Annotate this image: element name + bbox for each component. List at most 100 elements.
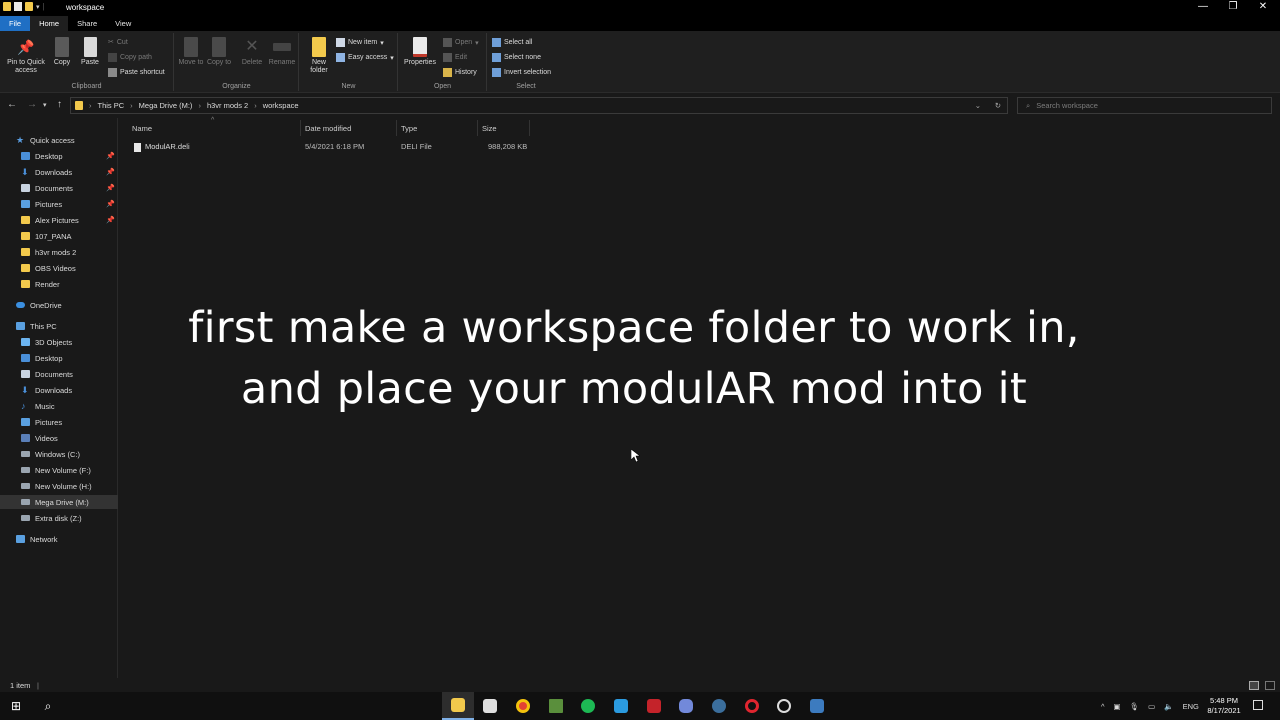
taskbar-store[interactable] xyxy=(474,692,506,720)
start-button[interactable]: ⊞ xyxy=(0,692,32,720)
properties-button[interactable]: Properties xyxy=(401,37,439,67)
breadcrumb-workspace[interactable]: workspace xyxy=(263,101,299,110)
nav-quick-h3vr-mods-2[interactable]: h3vr mods 2 xyxy=(0,245,118,259)
copy-button[interactable]: Copy xyxy=(50,37,74,67)
taskbar-obs[interactable] xyxy=(768,692,800,720)
clock[interactable]: 5:48 PM 8/17/2021 xyxy=(1196,696,1252,716)
nav-pc-mega-drive-m[interactable]: Mega Drive (M:) xyxy=(0,495,118,509)
easy-access-button[interactable]: Easy access ▾ xyxy=(336,53,394,62)
taskbar-chrome[interactable] xyxy=(507,692,539,720)
nav-pc-extra-disk-z[interactable]: Extra disk (Z:) xyxy=(0,511,118,525)
column-divider[interactable] xyxy=(396,120,397,136)
column-header-size[interactable]: Size xyxy=(482,124,497,133)
select-none-button[interactable]: Select none xyxy=(492,53,541,62)
nav-quick-access[interactable]: ★ Quick access xyxy=(0,133,118,147)
breadcrumb-mega-drive[interactable]: Mega Drive (M:) xyxy=(139,101,193,110)
minimize-button[interactable]: — xyxy=(1188,0,1218,16)
customize-toolbar-icon[interactable]: ▾ xyxy=(36,3,40,11)
column-divider[interactable] xyxy=(300,120,301,136)
pin-icon[interactable]: 📌 xyxy=(106,216,115,224)
search-button[interactable]: ⌕ xyxy=(32,692,64,720)
search-input[interactable]: ⌕ Search workspace xyxy=(1017,97,1272,114)
delete-button[interactable]: ✕ Delete xyxy=(239,37,265,67)
pin-icon[interactable]: 📌 xyxy=(106,200,115,208)
nav-pc-pictures[interactable]: Pictures xyxy=(0,415,118,429)
taskbar-discord[interactable] xyxy=(670,692,702,720)
nav-pc-desktop[interactable]: Desktop xyxy=(0,351,118,365)
taskbar-steam[interactable] xyxy=(703,692,735,720)
column-divider[interactable] xyxy=(529,120,530,136)
nav-pc-new-volume-f[interactable]: New Volume (F:) xyxy=(0,463,118,477)
breadcrumb-separator-icon[interactable]: › xyxy=(254,101,257,110)
tab-share[interactable]: Share xyxy=(68,16,106,31)
open-button[interactable]: Open ▾ xyxy=(443,38,479,47)
details-view-icon[interactable] xyxy=(1249,681,1259,690)
new-folder-icon[interactable] xyxy=(25,2,33,11)
maximize-button[interactable]: ❐ xyxy=(1218,0,1248,16)
pin-to-quick-access-button[interactable]: 📌 Pin to Quick access xyxy=(4,37,48,75)
breadcrumb-separator-icon[interactable]: › xyxy=(130,101,133,110)
taskbar-opera[interactable] xyxy=(736,692,768,720)
cut-button[interactable]: ✂ Cut xyxy=(108,38,128,47)
tab-file[interactable]: File xyxy=(0,16,31,31)
column-header-type[interactable]: Type xyxy=(401,124,417,133)
large-icons-view-icon[interactable] xyxy=(1265,681,1275,690)
column-header-date-modified[interactable]: Date modified xyxy=(305,124,351,133)
nav-network[interactable]: Network xyxy=(0,532,118,546)
pin-icon[interactable]: 📌 xyxy=(106,152,115,160)
properties-icon[interactable] xyxy=(14,2,22,11)
nav-quick-pictures[interactable]: Pictures 📌 xyxy=(0,197,118,211)
nav-quick-107-pana[interactable]: 107_PANA xyxy=(0,229,118,243)
nav-pc-new-volume-h[interactable]: New Volume (H:) xyxy=(0,479,118,493)
back-arrow-icon[interactable]: ← xyxy=(7,99,17,110)
copy-path-button[interactable]: Copy path xyxy=(108,53,152,62)
close-button[interactable]: ✕ xyxy=(1248,0,1278,16)
edit-button[interactable]: Edit xyxy=(443,53,467,62)
nav-quick-downloads[interactable]: ⬇ Downloads 📌 xyxy=(0,165,118,179)
nav-quick-obs-videos[interactable]: OBS Videos xyxy=(0,261,118,275)
move-to-button[interactable]: Move to xyxy=(178,37,204,67)
taskbar-flash[interactable] xyxy=(638,692,670,720)
chevron-up-icon[interactable]: ^ xyxy=(1101,702,1105,711)
column-divider[interactable] xyxy=(477,120,478,136)
forward-arrow-icon[interactable]: → xyxy=(27,99,37,110)
nav-quick-documents[interactable]: Documents 📌 xyxy=(0,181,118,195)
invert-selection-button[interactable]: Invert selection xyxy=(492,68,551,77)
breadcrumb-this-pc[interactable]: This PC xyxy=(98,101,125,110)
pin-icon[interactable]: 📌 xyxy=(106,168,115,176)
nav-quick-desktop[interactable]: Desktop 📌 xyxy=(0,149,118,163)
history-button[interactable]: History xyxy=(443,68,477,77)
breadcrumb-separator-icon[interactable]: › xyxy=(198,101,201,110)
taskbar-app[interactable] xyxy=(605,692,637,720)
select-all-button[interactable]: Select all xyxy=(492,38,532,47)
recent-locations-chevron-icon[interactable]: ▾ xyxy=(43,101,47,109)
nav-quick-render[interactable]: Render xyxy=(0,277,118,291)
taskbar-app-2[interactable] xyxy=(801,692,833,720)
breadcrumb-h3vr-mods-2[interactable]: h3vr mods 2 xyxy=(207,101,248,110)
tab-home[interactable]: Home xyxy=(30,16,69,31)
paste-button[interactable]: Paste xyxy=(78,37,102,67)
taskbar-minecraft[interactable] xyxy=(540,692,572,720)
new-item-button[interactable]: New item ▾ xyxy=(336,38,384,47)
taskbar-spotify[interactable] xyxy=(572,692,604,720)
rename-button[interactable]: Rename xyxy=(267,37,297,67)
column-header-name[interactable]: Name xyxy=(132,124,152,133)
refresh-icon[interactable]: ↻ xyxy=(995,101,1001,110)
tray-app-icon[interactable]: ▣ xyxy=(1114,702,1121,711)
microphone-icon[interactable]: 🎙 xyxy=(1130,702,1140,711)
tab-view[interactable]: View xyxy=(106,16,140,31)
file-name[interactable]: ModulAR.deli xyxy=(145,142,190,151)
address-history-chevron-icon[interactable]: ⌄ xyxy=(975,101,981,110)
network-icon[interactable]: ▭ xyxy=(1148,702,1155,711)
notifications-icon[interactable] xyxy=(1253,700,1263,710)
nav-quick-alex-pictures[interactable]: Alex Pictures 📌 xyxy=(0,213,118,227)
new-folder-button[interactable]: New folder xyxy=(304,37,334,75)
paste-shortcut-button[interactable]: Paste shortcut xyxy=(108,68,165,77)
up-arrow-icon[interactable]: ↑ xyxy=(57,99,62,110)
taskbar-file-explorer[interactable] xyxy=(442,692,474,720)
copy-to-button[interactable]: Copy to xyxy=(206,37,232,67)
pin-icon[interactable]: 📌 xyxy=(106,184,115,192)
address-bar[interactable]: › This PC › Mega Drive (M:) › h3vr mods … xyxy=(70,97,1008,114)
nav-pc-windows-c[interactable]: Windows (C:) xyxy=(0,447,118,461)
volume-icon[interactable]: 🔈 xyxy=(1164,702,1173,711)
